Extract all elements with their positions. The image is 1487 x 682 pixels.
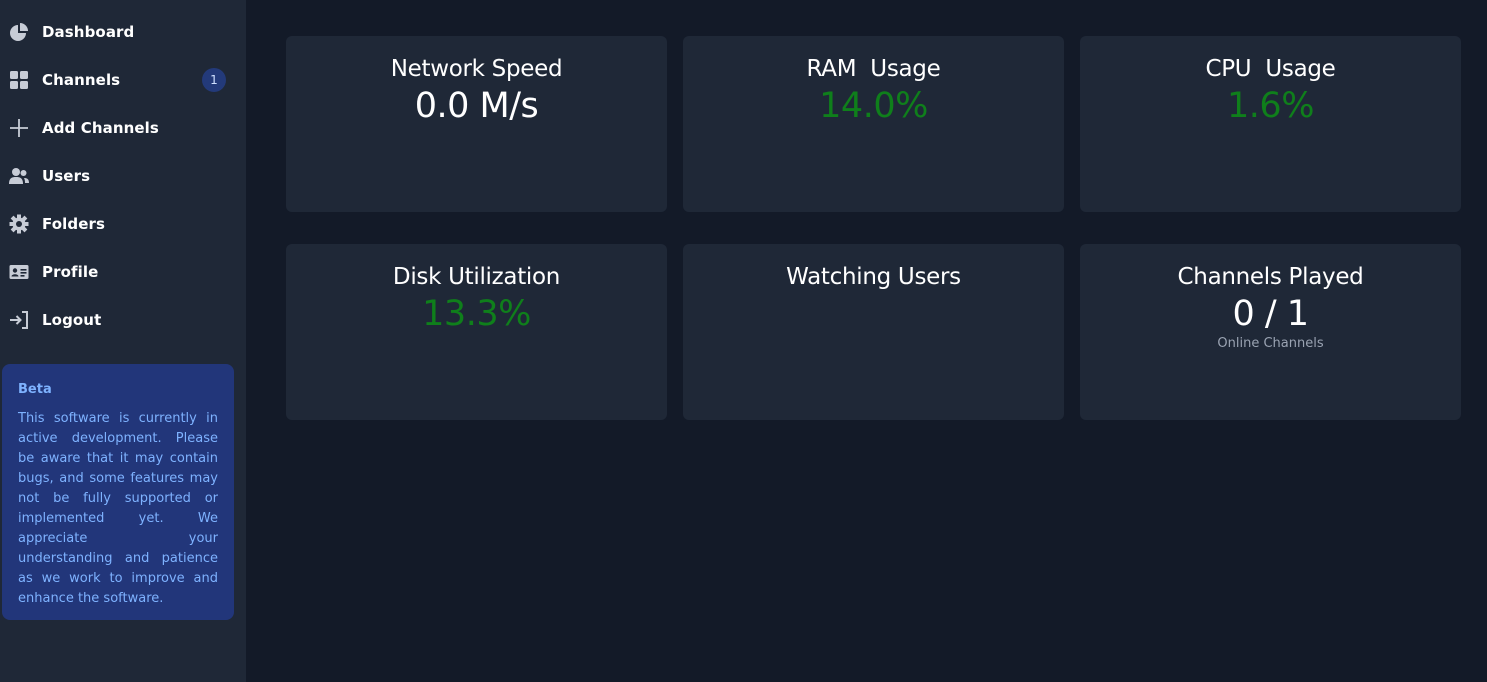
- sidebar-item-label: Dashboard: [42, 23, 135, 41]
- network-speed-card: Network Speed 0.0 M/s: [286, 36, 667, 212]
- card-title: RAM Usage: [806, 56, 941, 82]
- card-subtitle: Online Channels: [1217, 336, 1324, 351]
- sidebar-item-profile[interactable]: Profile: [0, 248, 246, 296]
- dashboard-icon: [9, 22, 29, 42]
- card-value: 0.0 M/s: [414, 86, 539, 126]
- sidebar-item-users[interactable]: Users: [0, 152, 246, 200]
- sidebar-item-folders[interactable]: Folders: [0, 200, 246, 248]
- dashboard-main: Network Speed 0.0 M/s RAM Usage 14.0% CP…: [246, 0, 1487, 682]
- sidebar-item-label: Users: [42, 167, 91, 185]
- sidebar-item-dashboard[interactable]: Dashboard: [0, 8, 246, 56]
- sidebar-item-label: Logout: [42, 311, 102, 329]
- watching-users-card: Watching Users: [683, 244, 1064, 420]
- ram-usage-card: RAM Usage 14.0%: [683, 36, 1064, 212]
- gear-icon: [9, 214, 29, 234]
- disk-utilization-card: Disk Utilization 13.3%: [286, 244, 667, 420]
- sidebar-item-channels[interactable]: Channels 1: [0, 56, 246, 104]
- card-value: 1.6%: [1227, 86, 1314, 126]
- card-value: 14.0%: [819, 86, 928, 126]
- beta-notice-title: Beta: [18, 382, 52, 397]
- beta-notice: Beta This software is currently in activ…: [2, 364, 234, 620]
- card-value: 0 / 1: [1232, 294, 1309, 334]
- card-title: Disk Utilization: [392, 264, 561, 290]
- app: Dashboard Channels 1 Add Channels Users: [0, 0, 1487, 682]
- id-card-icon: [9, 262, 29, 282]
- card-title: CPU Usage: [1205, 56, 1336, 82]
- card-value: 13.3%: [422, 294, 531, 334]
- card-title: Channels Played: [1177, 264, 1364, 290]
- beta-notice-text: This software is currently in active dev…: [18, 411, 218, 606]
- plus-icon: [9, 118, 29, 138]
- stats-grid: Network Speed 0.0 M/s RAM Usage 14.0% CP…: [286, 36, 1461, 420]
- card-title: Watching Users: [786, 264, 961, 290]
- sidebar-item-label: Channels: [42, 71, 121, 89]
- sidebar-item-label: Add Channels: [42, 119, 159, 137]
- channels-played-card: Channels Played 0 / 1 Online Channels: [1080, 244, 1461, 420]
- channels-count-badge: 1: [202, 68, 226, 92]
- cpu-usage-card: CPU Usage 1.6%: [1080, 36, 1461, 212]
- sidebar-item-add-channels[interactable]: Add Channels: [0, 104, 246, 152]
- grid-icon: [9, 70, 29, 90]
- sidebar: Dashboard Channels 1 Add Channels Users: [0, 0, 246, 682]
- sidebar-item-label: Profile: [42, 263, 99, 281]
- sidebar-item-logout[interactable]: Logout: [0, 296, 246, 344]
- sidebar-item-label: Folders: [42, 215, 106, 233]
- users-icon: [9, 166, 29, 186]
- card-title: Network Speed: [390, 56, 563, 82]
- logout-icon: [9, 310, 29, 330]
- sidebar-nav: Dashboard Channels 1 Add Channels Users: [0, 0, 246, 344]
